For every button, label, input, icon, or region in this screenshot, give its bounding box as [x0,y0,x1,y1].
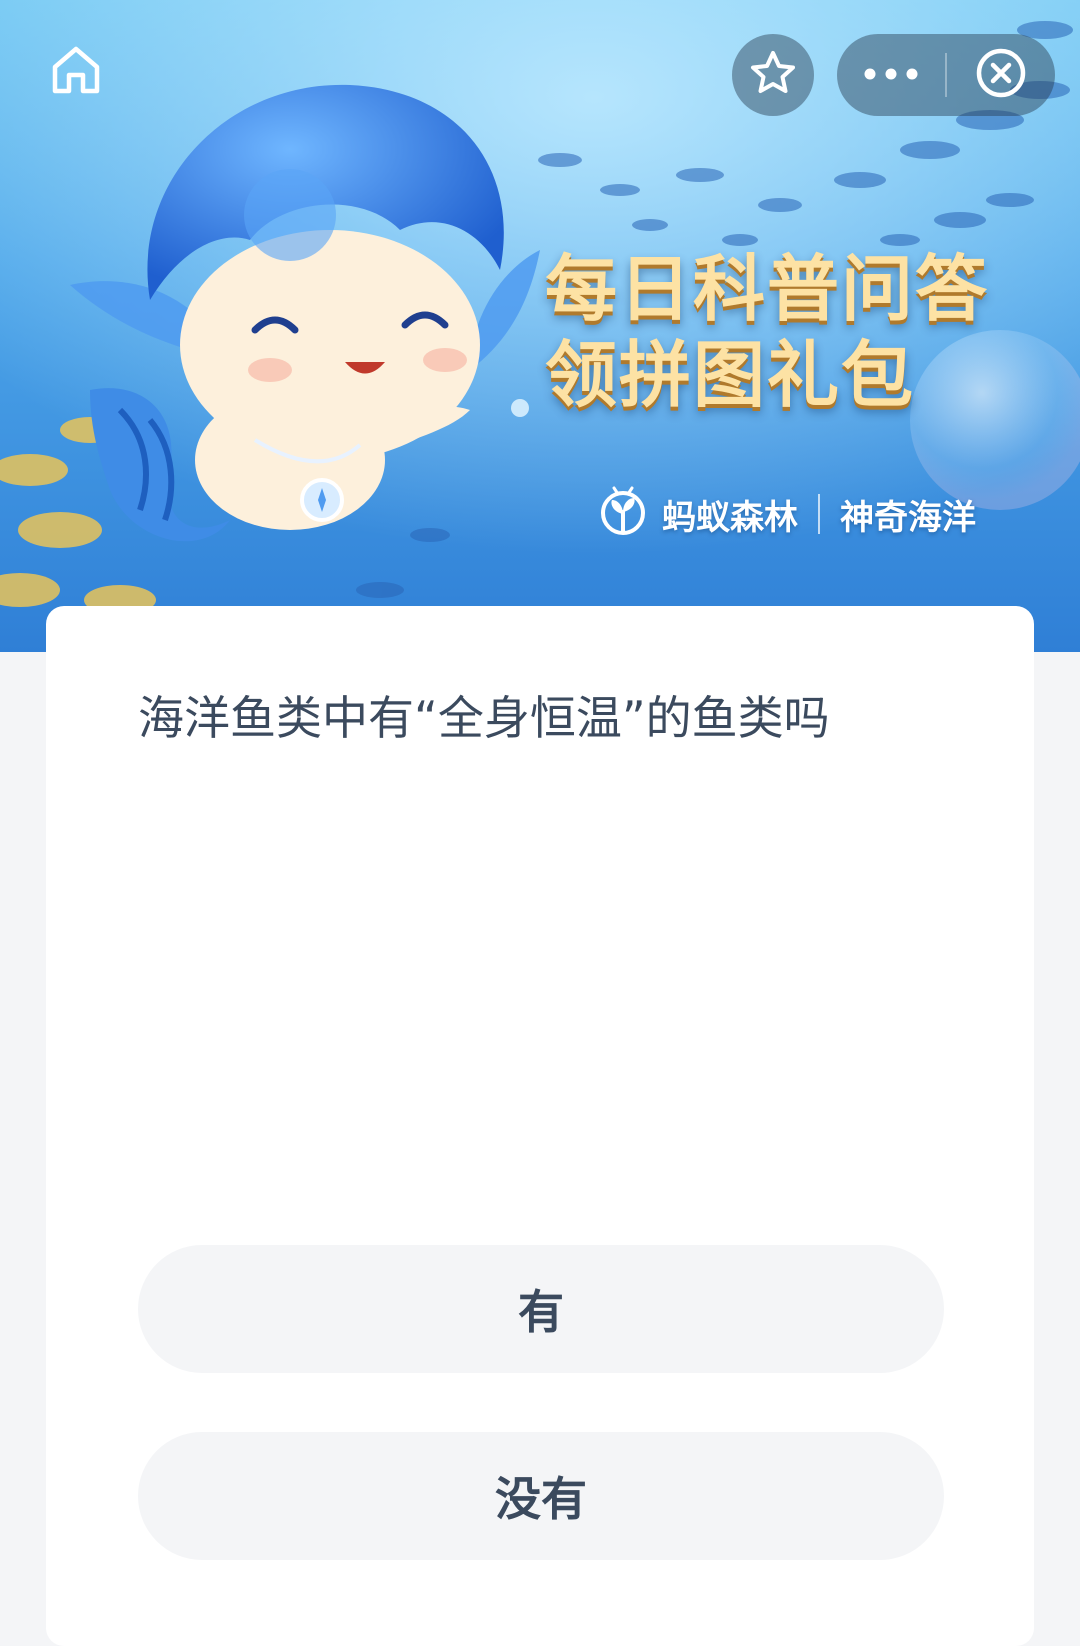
option-no-button[interactable]: 没有 [138,1432,944,1560]
brand-lockup: 蚂蚁森林 神奇海洋 [598,486,976,542]
more-dots-icon [863,66,919,85]
miniapp-capsule [837,34,1055,116]
star-icon [748,48,798,102]
brand-ant-forest: 蚂蚁森林 [662,497,798,538]
quiz-card: 海洋鱼类中有“全身恒温”的鱼类吗 有 没有 [46,606,1034,1646]
close-button[interactable] [947,34,1055,116]
brand-divider [818,494,820,534]
banner-title-line1: 每日科普问答 [545,247,990,331]
banner: 每日科普问答 领拼图礼包 蚂蚁森林 神奇海洋 [0,0,1080,652]
banner-title: 每日科普问答 领拼图礼包 [545,246,1045,418]
close-circle-icon [975,47,1027,103]
option-yes-button[interactable]: 有 [138,1245,944,1373]
home-icon [49,43,103,101]
brand-magic-ocean: 神奇海洋 [840,497,976,538]
home-button[interactable] [46,42,106,102]
ant-forest-sprout-icon [598,482,648,547]
more-button[interactable] [837,34,945,116]
favorite-button[interactable] [732,34,814,116]
quiz-question: 海洋鱼类中有“全身恒温”的鱼类吗 [138,691,830,745]
banner-title-line2: 领拼图礼包 [545,333,916,417]
